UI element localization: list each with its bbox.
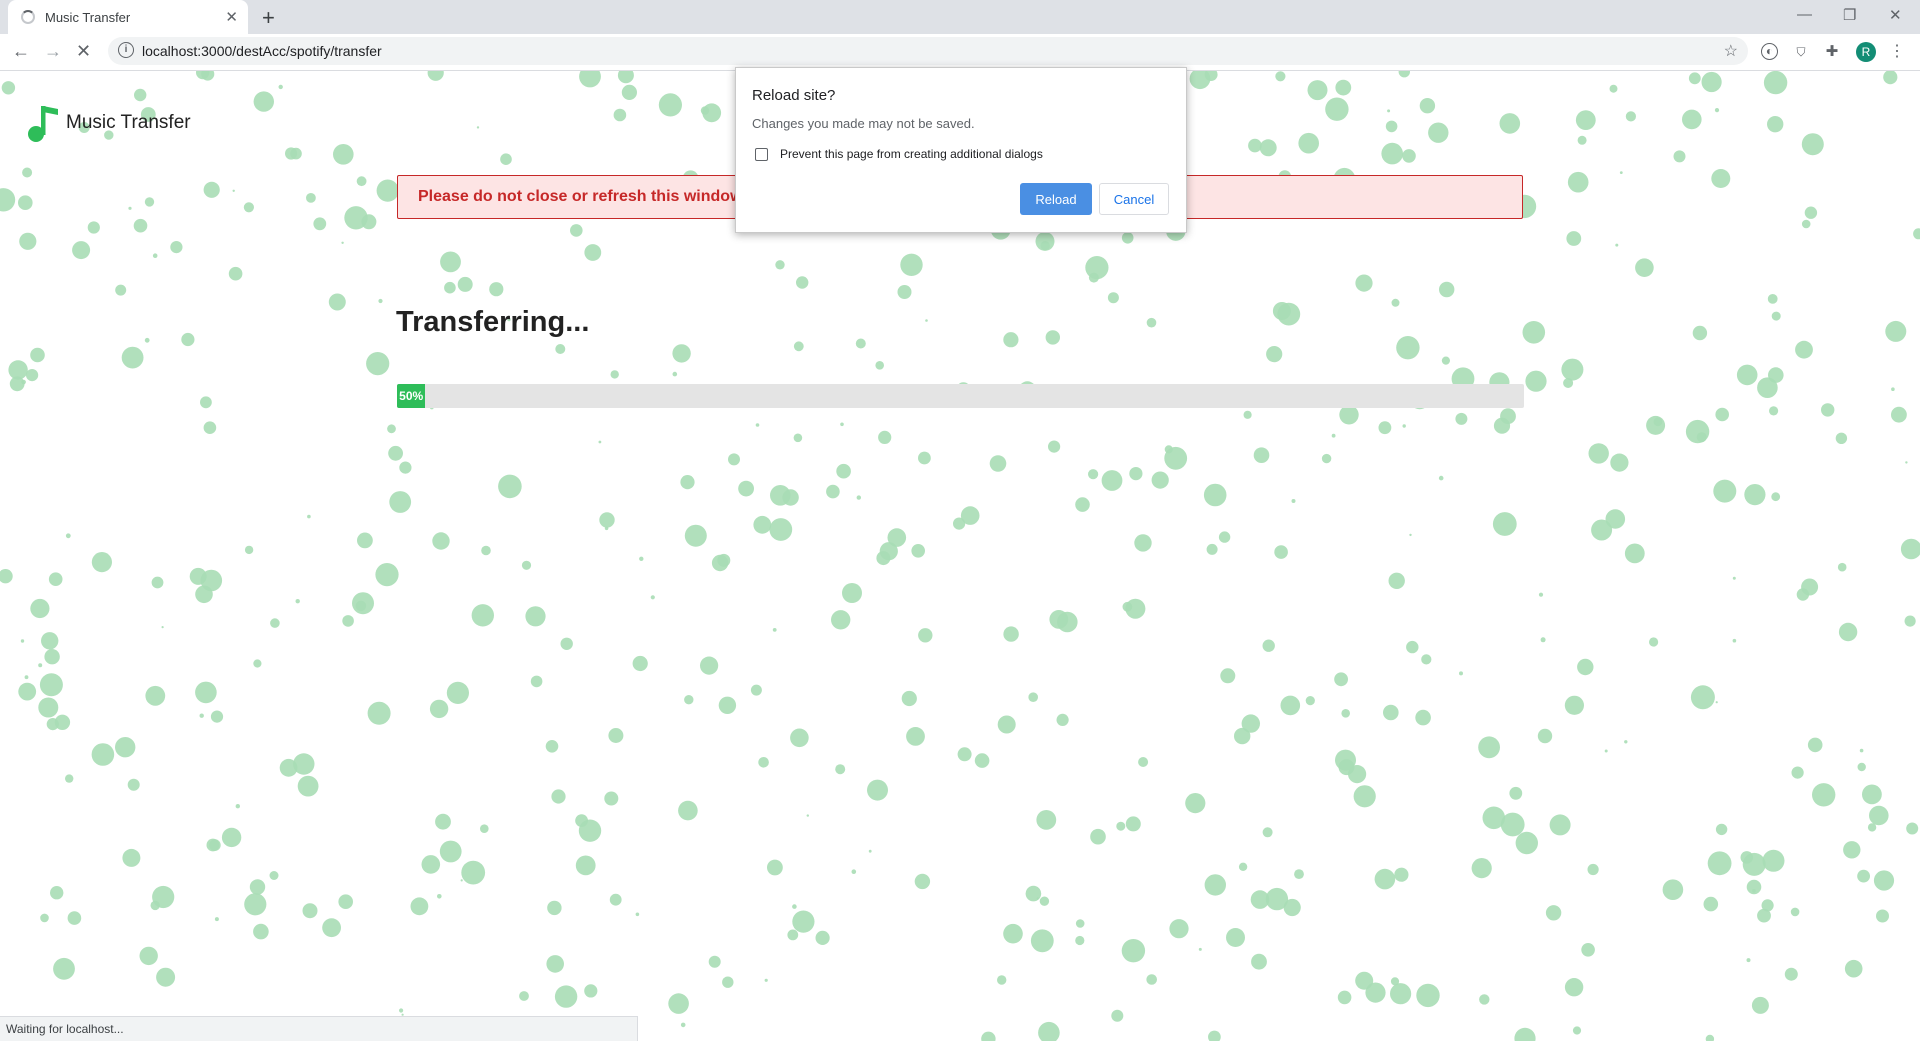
music-note-icon	[28, 106, 58, 142]
tab-strip: Music Transfer ✕ + — ❐ ✕	[0, 0, 1920, 34]
cancel-button[interactable]: Cancel	[1099, 183, 1169, 215]
close-tab-icon[interactable]: ✕	[225, 8, 238, 26]
new-tab-icon[interactable]: +	[262, 5, 275, 31]
site-info-icon[interactable]: i	[118, 42, 134, 58]
alert-text: Please do not close or refresh this wind…	[418, 188, 743, 205]
bookmark-star-icon[interactable]: ☆	[1724, 41, 1738, 61]
prevent-dialogs-checkbox[interactable]	[755, 148, 768, 161]
brand-title: Music Transfer	[66, 112, 191, 133]
dialog-title: Reload site?	[752, 87, 836, 104]
address-bar[interactable]: i localhost:3000/destAcc/spotify/transfe…	[108, 37, 1748, 65]
reload-button[interactable]: Reload	[1020, 183, 1092, 215]
browser-tab[interactable]: Music Transfer ✕	[8, 0, 248, 34]
restore-icon[interactable]: ❐	[1843, 6, 1856, 24]
transfer-progress-bar: 50%	[397, 384, 1524, 408]
tab-title: Music Transfer	[45, 9, 131, 25]
url-text[interactable]: localhost:3000/destAcc/spotify/transfer	[142, 43, 382, 59]
menu-dots-icon[interactable]: ⋮	[1888, 43, 1906, 61]
progress-fill: 50%	[397, 384, 426, 408]
shield-icon[interactable]: ⛉	[1792, 43, 1810, 61]
loading-spinner-icon	[21, 10, 35, 24]
browser-toolbar: ← → ✕ i localhost:3000/destAcc/spotify/t…	[0, 34, 1920, 71]
close-window-icon[interactable]: ✕	[1889, 6, 1902, 24]
minimize-icon[interactable]: —	[1797, 6, 1812, 23]
status-bar: Waiting for localhost...	[0, 1016, 638, 1041]
page-title: Transferring...	[396, 306, 590, 338]
forward-icon[interactable]: →	[44, 41, 62, 62]
back-icon[interactable]: ←	[12, 41, 30, 62]
extension-icon[interactable]: ◐	[1761, 43, 1778, 60]
checkbox-label[interactable]: Prevent this page from creating addition…	[780, 147, 1043, 161]
stop-loading-icon[interactable]: ✕	[76, 41, 91, 62]
status-text: Waiting for localhost...	[6, 1022, 124, 1036]
puzzle-extensions-icon[interactable]: ✚	[1823, 43, 1841, 61]
dialog-message: Changes you made may not be saved.	[752, 116, 975, 131]
avatar[interactable]: R	[1856, 42, 1876, 62]
reload-dialog: Reload site? Changes you made may not be…	[735, 67, 1187, 233]
